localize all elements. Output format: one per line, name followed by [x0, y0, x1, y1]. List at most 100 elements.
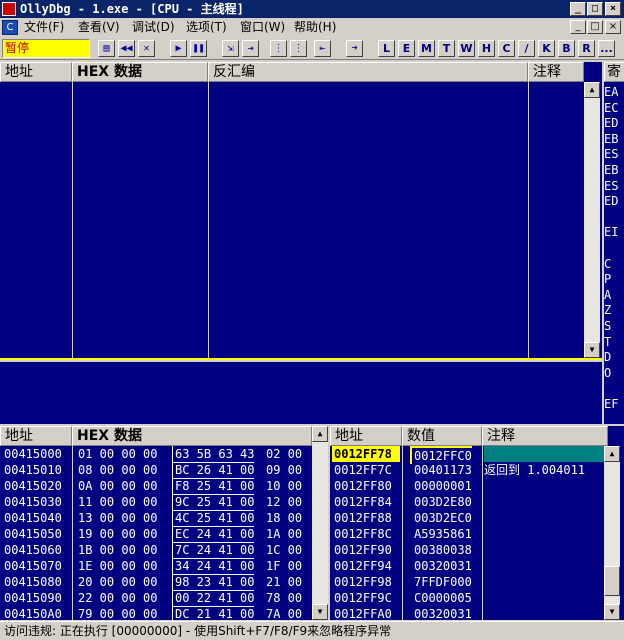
dump-row[interactable]: 00415000 01 00 00 00 63 5B 63 43 02 00	[0, 446, 312, 463]
dump-row[interactable]: 00415070 1E 00 00 00 34 24 41 00 1F 00	[0, 558, 312, 575]
disasm-header-hex[interactable]: HEX 数据	[72, 62, 208, 82]
scroll-up-icon[interactable]: ▲	[604, 446, 620, 462]
mdi-restore-button[interactable]: □	[587, 20, 603, 34]
stack-row[interactable]: 0012FF80 00000001	[330, 478, 604, 494]
stack-row[interactable]: 0012FF9C C0000005	[330, 590, 604, 606]
stack-header-address[interactable]: 地址	[330, 426, 402, 446]
register-label[interactable]: EI	[604, 224, 624, 240]
dump-row[interactable]: 00415010 08 00 00 00 BC 26 41 00 09 00	[0, 462, 312, 479]
register-label[interactable]: T	[604, 334, 624, 350]
dump-row[interactable]: 00415020 0A 00 00 00 F8 25 41 00 10 00	[0, 478, 312, 495]
scroll-down-icon[interactable]: ▼	[312, 604, 328, 620]
register-label[interactable]: P	[604, 271, 624, 287]
app-icon[interactable]	[2, 2, 16, 16]
menu-view[interactable]: 查看(V)	[78, 18, 120, 37]
maximize-button[interactable]: □	[587, 2, 603, 16]
dump-row[interactable]: 00415060 1B 00 00 00 7C 24 41 00 1C 00	[0, 542, 312, 559]
dump-header-address[interactable]: 地址	[0, 426, 72, 446]
close-button[interactable]: ×	[605, 2, 621, 16]
log-button[interactable]: L	[378, 40, 395, 57]
dump-row[interactable]: 00415080 20 00 00 00 98 23 41 00 21 00	[0, 574, 312, 591]
disasm-scrollbar[interactable]: ▲ ▼	[584, 82, 600, 358]
run-icon[interactable]: ▶	[170, 40, 187, 57]
stack-scrollbar[interactable]: ▲ ▼	[604, 446, 620, 620]
stack-row[interactable]: 0012FF78 0012FFC0	[330, 446, 604, 464]
trace-over-icon[interactable]: ⋮	[290, 40, 307, 57]
register-label[interactable]: D	[604, 349, 624, 365]
close-debug-icon[interactable]: ✕	[138, 40, 155, 57]
stack-row[interactable]: 0012FF94 00320031	[330, 558, 604, 574]
disasm-header-disasm[interactable]: 反汇编	[208, 62, 528, 82]
scroll-thumb[interactable]	[604, 566, 620, 596]
windows-button[interactable]: W	[458, 40, 475, 57]
menu-options[interactable]: 选项(T)	[186, 18, 227, 37]
menu-debug[interactable]: 调试(D)	[132, 18, 175, 37]
modules-button[interactable]: E	[398, 40, 415, 57]
stack-row[interactable]: 0012FF8C A5935861	[330, 526, 604, 542]
cpu-window-icon[interactable]: C	[2, 20, 18, 35]
open-icon[interactable]: ▤	[98, 40, 115, 57]
dump-row[interactable]: 00415040 13 00 00 00 4C 25 41 00 18 00	[0, 510, 312, 527]
menu-help[interactable]: 帮助(H)	[294, 18, 336, 37]
scroll-up-icon[interactable]: ▲	[584, 82, 600, 98]
register-label[interactable]: EB	[604, 162, 624, 178]
register-label[interactable]: O	[604, 365, 624, 381]
register-label[interactable]: S	[604, 318, 624, 334]
stack-value: 00401173	[414, 463, 472, 477]
disassembly-pane[interactable]: 地址 HEX 数据 反汇编 注释 ▲ ▼	[0, 62, 602, 360]
memory-button[interactable]: M	[418, 40, 435, 57]
scroll-down-icon[interactable]: ▼	[584, 342, 600, 358]
dump-row[interactable]: 00415050 19 00 00 00 EC 24 41 00 1A 00	[0, 526, 312, 543]
menu-window[interactable]: 窗口(W)	[240, 18, 285, 37]
disasm-header-address[interactable]: 地址	[0, 62, 72, 82]
minimize-button[interactable]: _	[570, 2, 586, 16]
register-label[interactable]: ES	[604, 146, 624, 162]
stack-header-comment[interactable]: 注释	[482, 426, 608, 446]
register-label[interactable]: EF	[604, 396, 624, 412]
dump-row[interactable]: 00415030 11 00 00 00 9C 25 41 00 12 00	[0, 494, 312, 511]
pause-icon[interactable]: ❚❚	[190, 40, 207, 57]
step-into-icon[interactable]: ⇲	[222, 40, 239, 57]
disasm-header-comment[interactable]: 注释	[528, 62, 584, 82]
stack-row[interactable]: 0012FFA0 00320031	[330, 606, 604, 620]
stack-row[interactable]: 0012FF84 003D2E80	[330, 494, 604, 510]
register-label[interactable]: EB	[604, 131, 624, 147]
dump-row[interactable]: 004150A0 79 00 00 00 DC 21 41 00 7A 00	[0, 606, 312, 620]
references-button[interactable]: R	[578, 40, 595, 57]
stack-row[interactable]: 0012FF90 00380038	[330, 542, 604, 558]
restart-icon[interactable]: ◀◀	[118, 40, 135, 57]
register-label[interactable]: EA	[604, 84, 624, 100]
mdi-minimize-button[interactable]: _	[570, 20, 586, 34]
goto-icon[interactable]: ➜	[346, 40, 363, 57]
cpu-button[interactable]: C	[498, 40, 515, 57]
register-label[interactable]: A	[604, 287, 624, 303]
trace-into-icon[interactable]: ⋮	[270, 40, 287, 57]
register-label[interactable]: EC	[604, 100, 624, 116]
menu-file[interactable]: 文件(F)	[24, 18, 64, 37]
scroll-down-icon[interactable]: ▼	[604, 604, 620, 620]
register-label[interactable]: Z	[604, 302, 624, 318]
step-over-icon[interactable]: ⇥	[242, 40, 259, 57]
stack-row[interactable]: 0012FF7C 00401173 返回到 1.004011	[330, 462, 604, 478]
register-label[interactable]: ES	[604, 178, 624, 194]
scroll-up-icon[interactable]: ▲	[312, 426, 328, 442]
handles-button[interactable]: H	[478, 40, 495, 57]
register-label[interactable]: C	[604, 256, 624, 272]
stack-pane[interactable]: 地址 数值 注释 0012FF78 0012FFC0 0012FF7C 0040117…	[330, 426, 624, 620]
more-button[interactable]: ...	[598, 40, 615, 57]
dump-row[interactable]: 00415090 22 00 00 00 00 22 41 00 78 00	[0, 590, 312, 607]
dump-pane[interactable]: 地址 HEX 数据 00415000 01 00 00 00 63 5B 63 43…	[0, 426, 328, 620]
dump-header-hex[interactable]: HEX 数据	[72, 426, 312, 446]
stack-header-value[interactable]: 数值	[402, 426, 482, 446]
execute-till-return-icon[interactable]: ⇤	[314, 40, 331, 57]
threads-button[interactable]: T	[438, 40, 455, 57]
mdi-close-button[interactable]: ×	[605, 20, 621, 34]
register-label[interactable]: ED	[604, 115, 624, 131]
stack-row[interactable]: 0012FF98 7FFDF000	[330, 574, 604, 590]
register-label[interactable]: ED	[604, 193, 624, 209]
breakpoints-button[interactable]: B	[558, 40, 575, 57]
dump-scrollbar[interactable]: ▲ ▼	[312, 426, 328, 620]
stack-row[interactable]: 0012FF88 003D2EC0	[330, 510, 604, 526]
callstack-button[interactable]: K	[538, 40, 555, 57]
patches-button[interactable]: /	[518, 40, 535, 57]
